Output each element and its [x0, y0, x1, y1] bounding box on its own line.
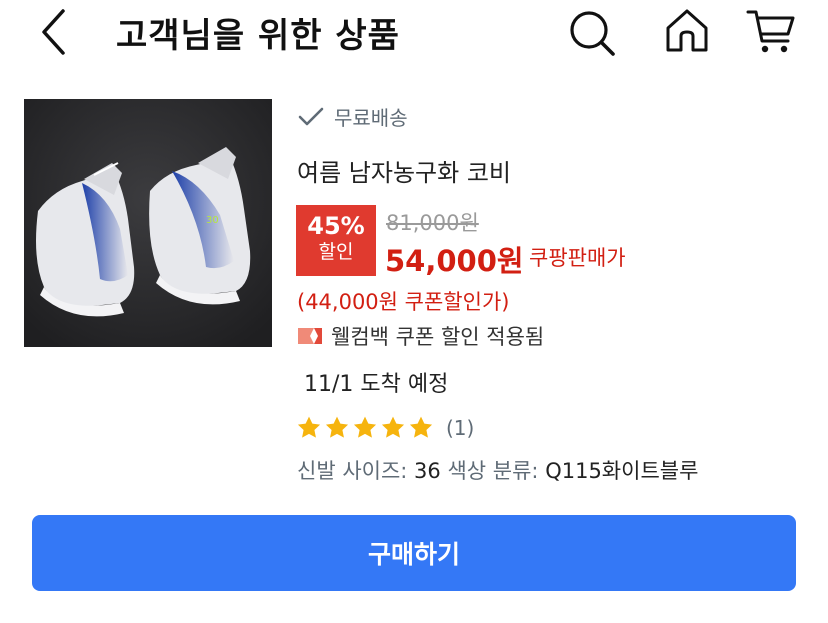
product-image[interactable]: 30 [24, 99, 272, 347]
original-price: 81,000원 [386, 211, 479, 235]
star-icon [297, 416, 321, 438]
star-icon [381, 416, 405, 438]
search-icon [570, 11, 615, 56]
shoe-image: 30 [24, 99, 272, 347]
discount-badge: 45% 할인 [296, 205, 376, 276]
delivery-date: 11/1 도착 예정 [304, 372, 449, 397]
free-shipping: 무료배송 [298, 102, 408, 131]
cart-icon [746, 10, 795, 53]
star-icon [325, 416, 349, 438]
page-title: 고객님을 위한 상품 [116, 16, 400, 56]
home-button[interactable] [664, 8, 710, 54]
back-button[interactable] [38, 8, 70, 56]
home-icon [666, 9, 708, 52]
sale-price: 54,000원 [385, 244, 524, 278]
option-color-label: 색상 분류: [447, 459, 539, 483]
star-icon [353, 416, 377, 438]
option-size-label: 신발 사이즈: [297, 459, 408, 483]
star-icon [409, 416, 433, 438]
discount-percent: 45% [307, 212, 365, 240]
coupon-icon [298, 328, 322, 344]
product-name[interactable]: 여름 남자농구화 코비 [297, 153, 511, 188]
buy-button[interactable]: 구매하기 [32, 515, 796, 591]
coupon-note-text: 웰컴백 쿠폰 할인 적용됨 [331, 325, 545, 349]
svg-text:30: 30 [206, 215, 219, 226]
cart-button[interactable] [746, 9, 798, 55]
selected-options: 신발 사이즈: 36 색상 분류: Q115화이트블루 [297, 455, 698, 485]
shipping-label: 무료배송 [334, 106, 408, 130]
option-size-value: 36 [414, 459, 441, 483]
rating[interactable]: (1) [296, 415, 474, 441]
search-button[interactable] [568, 9, 616, 57]
review-count: (1) [446, 416, 475, 440]
chevron-left-icon [42, 9, 65, 55]
check-icon [298, 107, 324, 125]
coupon-price: (44,000원 쿠폰할인가) [297, 290, 510, 314]
option-color-value: Q115화이트블루 [545, 459, 699, 483]
discount-label: 할인 [318, 241, 354, 263]
coupon-note: 웰컴백 쿠폰 할인 적용됨 [297, 321, 544, 351]
sale-price-label: 쿠팡판매가 [529, 246, 626, 270]
